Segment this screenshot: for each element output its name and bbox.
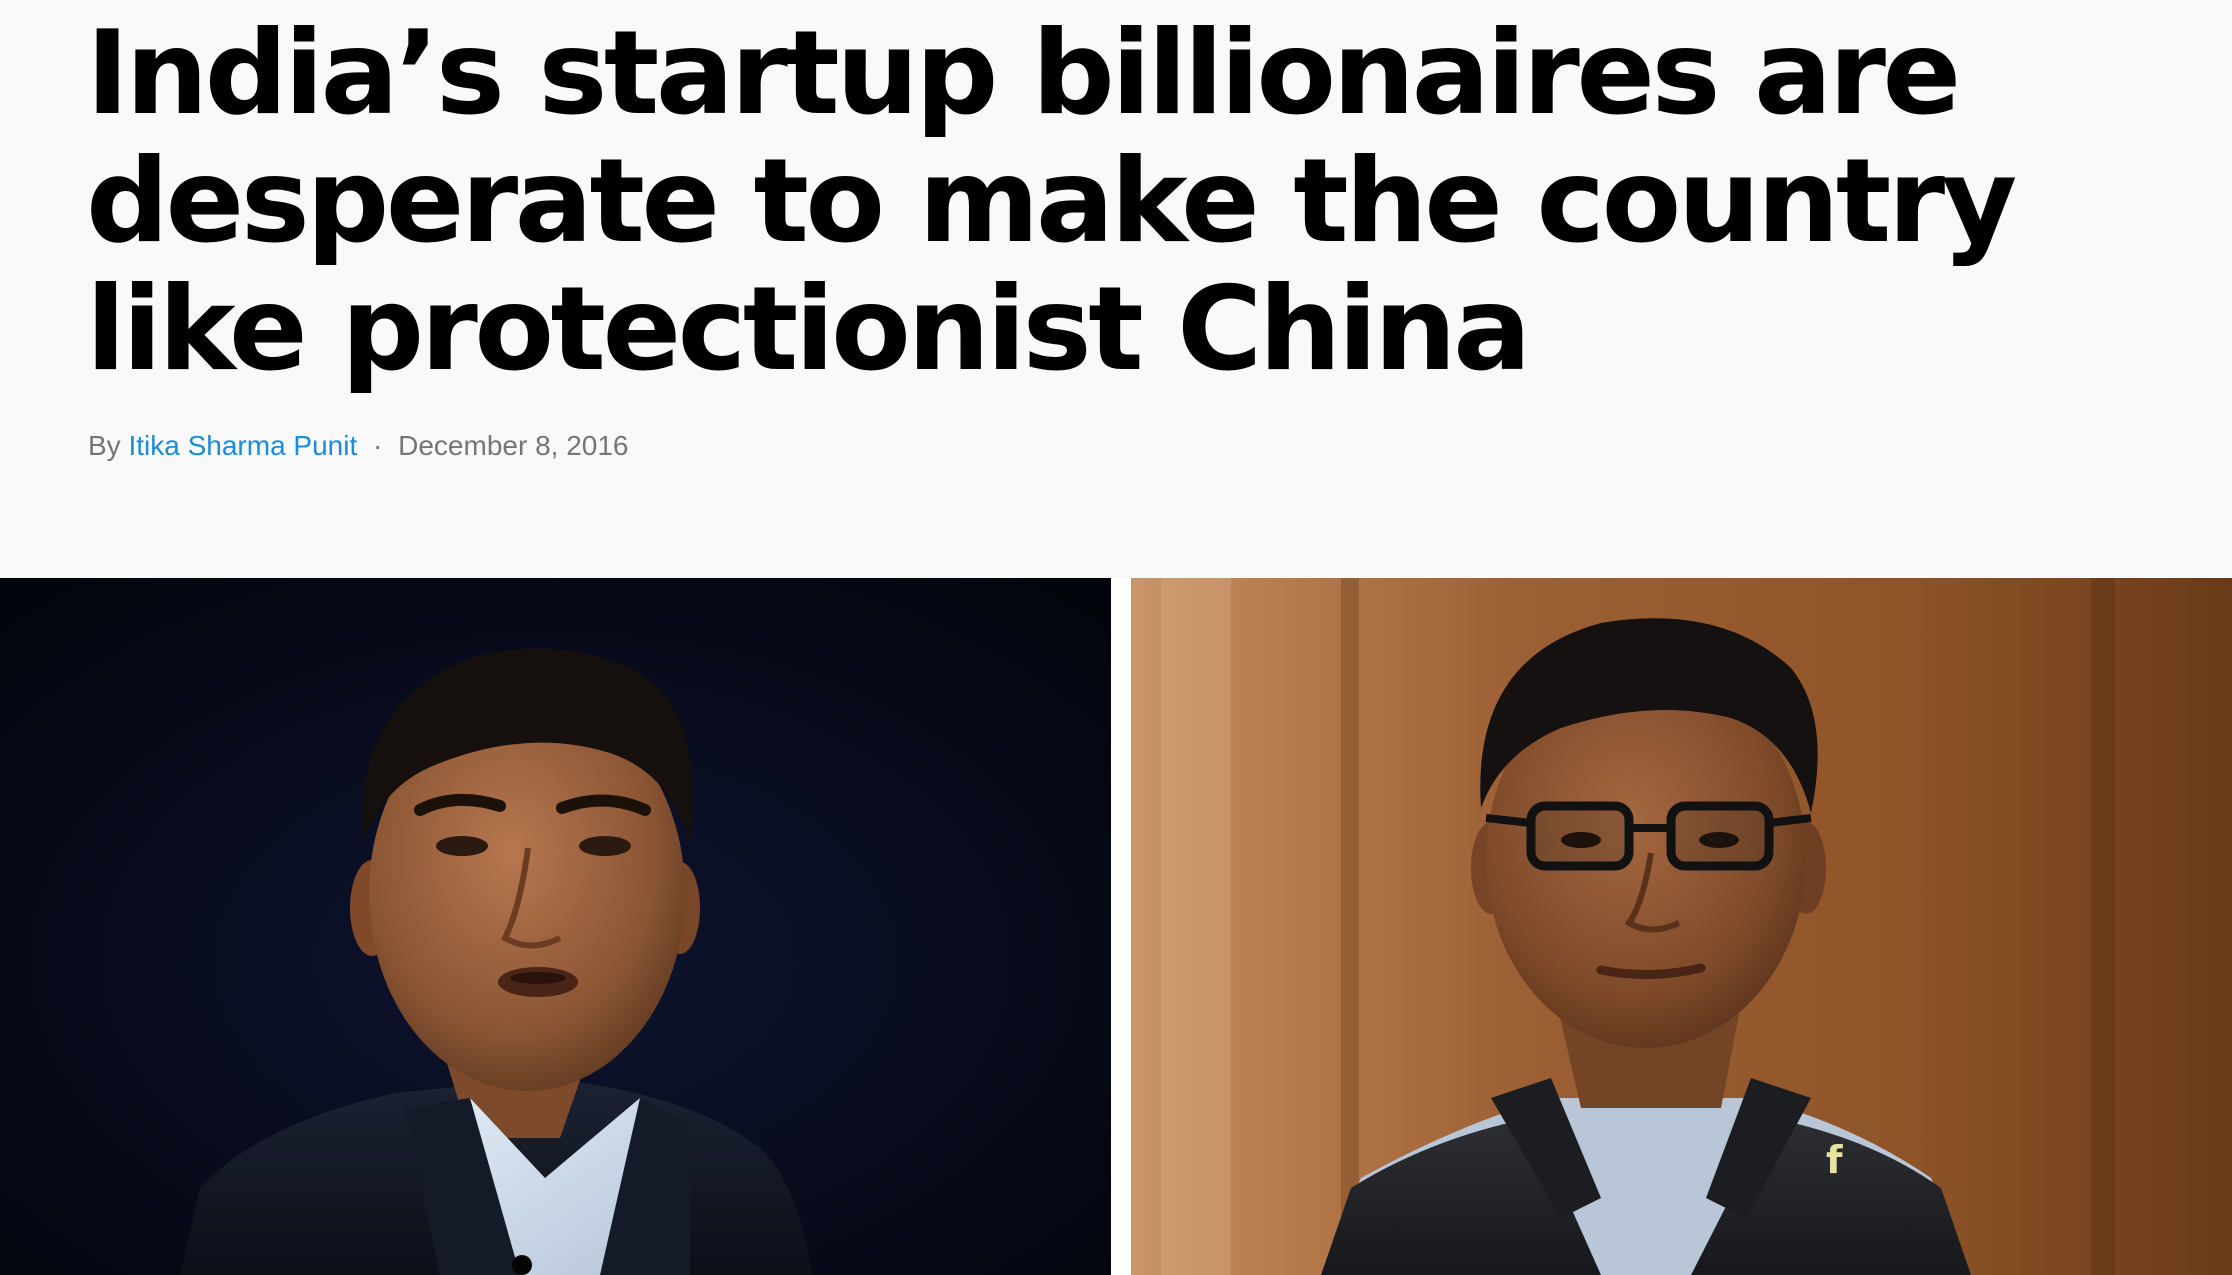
- svg-text:f: f: [1826, 1138, 1843, 1182]
- left-photo: [0, 578, 1111, 1275]
- publish-date: December 8, 2016: [398, 430, 629, 461]
- article-headline: India’s startup billionaires are despera…: [86, 6, 2017, 397]
- right-photo: f: [1131, 578, 2232, 1275]
- article-byline: By Itika Sharma Punit · December 8, 2016: [88, 428, 629, 464]
- byline-separator: ·: [373, 430, 383, 461]
- byline-prefix: By: [88, 430, 121, 461]
- hero-image: f: [0, 578, 2232, 1275]
- author-link[interactable]: Itika Sharma Punit: [128, 430, 357, 461]
